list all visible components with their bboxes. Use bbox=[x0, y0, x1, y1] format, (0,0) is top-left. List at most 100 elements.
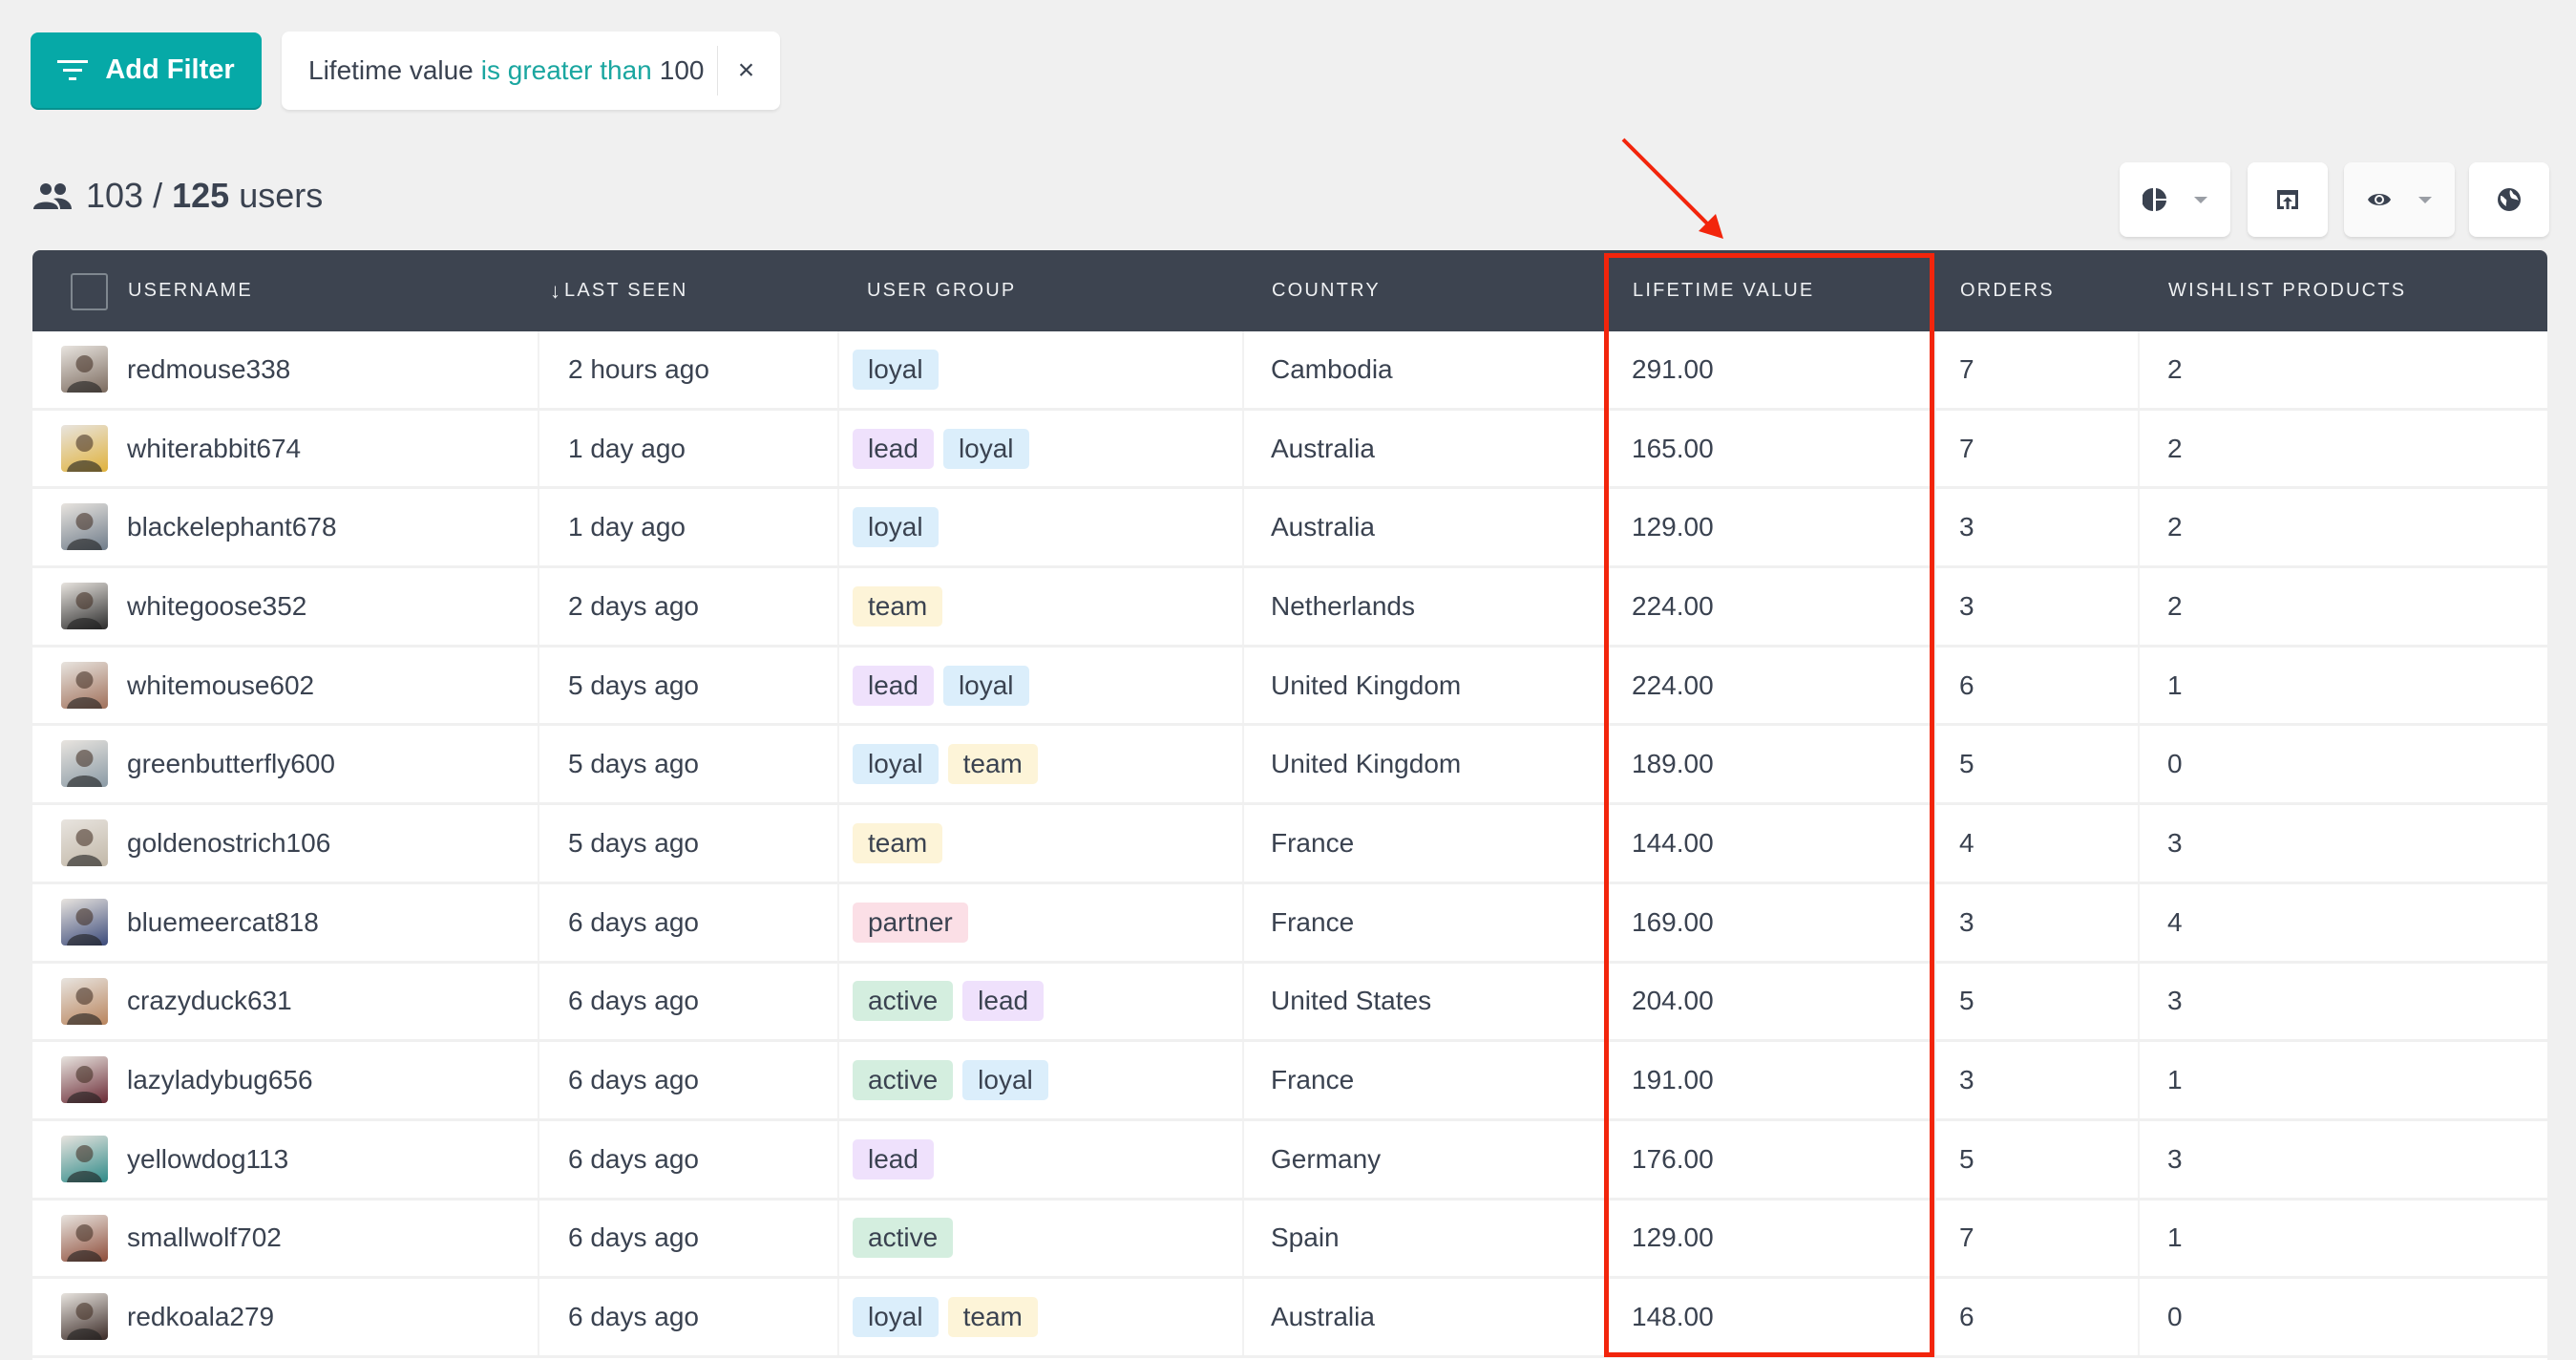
add-filter-button[interactable]: Add Filter bbox=[31, 32, 262, 108]
username-cell[interactable]: blackelephant678 bbox=[127, 489, 337, 565]
table-row[interactable]: greenbutterfly600 5 days ago loyal team Unit… bbox=[32, 726, 2547, 806]
avatar[interactable] bbox=[61, 977, 108, 1025]
column-header-user-group[interactable]: USER GROUP bbox=[867, 250, 1016, 331]
column-divider bbox=[837, 805, 839, 882]
column-header-wishlist-products[interactable]: WISHLIST PRODUCTS bbox=[2168, 250, 2406, 331]
column-header-username[interactable]: USERNAME bbox=[128, 250, 253, 331]
group-tag: loyal bbox=[962, 1060, 1048, 1101]
column-divider bbox=[1934, 726, 1936, 803]
table-row[interactable]: whitemouse602 5 days ago lead loyal United K… bbox=[32, 647, 2547, 727]
column-header-lifetime-value[interactable]: LIFETIME VALUE bbox=[1633, 250, 1814, 331]
column-divider bbox=[1604, 647, 1606, 724]
select-all-checkbox[interactable] bbox=[71, 273, 108, 310]
table-row[interactable]: blackelephant678 1 day ago loyal Australia 1… bbox=[32, 489, 2547, 569]
table-row[interactable]: crazyduck631 6 days ago active lead United S… bbox=[32, 963, 2547, 1043]
lifetime-value-cell: 144.00 bbox=[1632, 827, 1714, 858]
group-tag: active bbox=[853, 1060, 954, 1101]
column-divider bbox=[2138, 1200, 2140, 1277]
add-filter-label: Add Filter bbox=[105, 54, 235, 85]
lifetime-value-cell: 191.00 bbox=[1632, 1065, 1714, 1095]
group-tag: team bbox=[853, 822, 943, 863]
avatar[interactable] bbox=[61, 898, 108, 946]
column-divider bbox=[1604, 1042, 1606, 1118]
avatar[interactable] bbox=[61, 1056, 108, 1104]
avatar[interactable] bbox=[61, 1214, 108, 1262]
table-row[interactable]: lazyladybug656 6 days ago active loyal Franc… bbox=[32, 1042, 2547, 1121]
orders-cell: 7 bbox=[1959, 1222, 1974, 1253]
username-cell[interactable]: smallwolf702 bbox=[127, 1201, 282, 1277]
wishlist-cell: 3 bbox=[2167, 1143, 2183, 1174]
avatar[interactable] bbox=[61, 503, 108, 551]
table-row[interactable]: whitegoose352 2 days ago team Netherlands 22… bbox=[32, 568, 2547, 648]
column-divider bbox=[2138, 805, 2140, 882]
column-header-last-seen[interactable]: ↓ LAST SEEN bbox=[550, 250, 687, 331]
group-tag: lead bbox=[962, 981, 1045, 1022]
export-button[interactable] bbox=[2248, 162, 2328, 237]
column-divider bbox=[538, 1279, 539, 1355]
table-row[interactable]: redkoala279 6 days ago loyal team Australia 1… bbox=[32, 1279, 2547, 1358]
column-divider bbox=[2138, 883, 2140, 961]
column-divider bbox=[2138, 410, 2140, 487]
username-cell[interactable]: whitegoose352 bbox=[127, 568, 306, 645]
username-cell[interactable]: yellowdog113 bbox=[127, 1121, 288, 1198]
table-row[interactable]: yellowdog113 6 days ago lead Germany 176.00 5… bbox=[32, 1120, 2547, 1201]
column-header-orders[interactable]: ORDERS bbox=[1960, 250, 2055, 331]
user-group-cell: loyal team bbox=[853, 1279, 1047, 1355]
avatar[interactable] bbox=[61, 583, 108, 630]
table-row[interactable]: whiterabbit674 1 day ago lead loyal Australi… bbox=[32, 410, 2547, 490]
avatar[interactable] bbox=[61, 819, 108, 867]
group-tag: team bbox=[853, 585, 943, 627]
user-group-cell: lead bbox=[853, 1121, 943, 1198]
export-icon bbox=[2277, 190, 2298, 209]
column-divider bbox=[1604, 1279, 1606, 1355]
column-header-country[interactable]: COUNTRY bbox=[1272, 250, 1381, 331]
country-cell: Australia bbox=[1271, 1302, 1375, 1332]
count-unit: users bbox=[239, 176, 324, 215]
column-divider bbox=[538, 647, 539, 724]
table-row[interactable]: smallwolf702 6 days ago active Spain 129.00 7… bbox=[32, 1200, 2547, 1280]
avatar[interactable] bbox=[61, 1293, 108, 1341]
avatar[interactable] bbox=[61, 424, 108, 472]
column-divider bbox=[1242, 1120, 1244, 1198]
username-cell[interactable]: lazyladybug656 bbox=[127, 1042, 313, 1118]
username-cell[interactable]: redmouse338 bbox=[127, 331, 290, 408]
username-cell[interactable]: greenbutterfly600 bbox=[127, 726, 335, 802]
globe-button[interactable] bbox=[2469, 162, 2549, 237]
column-divider bbox=[538, 410, 539, 487]
column-divider bbox=[837, 1200, 839, 1277]
column-divider bbox=[2138, 963, 2140, 1040]
username-cell[interactable]: bluemeercat818 bbox=[127, 884, 319, 961]
username-cell[interactable]: whitemouse602 bbox=[127, 648, 314, 724]
avatar[interactable] bbox=[61, 740, 108, 788]
orders-cell: 7 bbox=[1959, 353, 1974, 384]
user-group-cell: loyal team bbox=[853, 726, 1047, 802]
avatar[interactable] bbox=[61, 661, 108, 709]
wishlist-cell: 1 bbox=[2167, 1065, 2183, 1095]
last-seen-cell: 5 days ago bbox=[568, 827, 699, 858]
country-cell: France bbox=[1271, 906, 1355, 937]
column-divider bbox=[837, 410, 839, 487]
username-cell[interactable]: redkoala279 bbox=[127, 1279, 274, 1355]
lifetime-value-cell: 169.00 bbox=[1632, 906, 1714, 937]
avatar[interactable] bbox=[61, 346, 108, 393]
remove-filter-button[interactable]: × bbox=[718, 54, 773, 87]
lifetime-value-cell: 165.00 bbox=[1632, 433, 1714, 463]
group-tag: lead bbox=[853, 665, 934, 706]
table-row[interactable]: goldenostrich106 5 days ago team France 144.… bbox=[32, 805, 2547, 884]
visibility-button[interactable] bbox=[2344, 162, 2455, 237]
username-cell[interactable]: goldenostrich106 bbox=[127, 805, 330, 882]
username-cell[interactable]: whiterabbit674 bbox=[127, 411, 301, 487]
wishlist-cell: 1 bbox=[2167, 1222, 2183, 1253]
wishlist-cell: 3 bbox=[2167, 827, 2183, 858]
avatar[interactable] bbox=[61, 1135, 108, 1182]
chart-view-button[interactable] bbox=[2120, 162, 2230, 237]
group-tag: loyal bbox=[853, 1297, 939, 1338]
username-cell[interactable]: crazyduck631 bbox=[127, 964, 292, 1040]
users-table: USERNAME ↓ LAST SEEN USER GROUP COUNTRY L… bbox=[32, 250, 2547, 1360]
orders-cell: 3 bbox=[1959, 590, 1974, 621]
wishlist-cell: 3 bbox=[2167, 986, 2183, 1016]
table-row[interactable]: redmouse338 2 hours ago loyal Cambodia 291.0… bbox=[32, 331, 2547, 411]
active-filter-chip[interactable]: Lifetime value is greater than 100 × bbox=[282, 32, 780, 110]
table-row[interactable]: bluemeercat818 6 days ago partner France 169… bbox=[32, 883, 2547, 964]
wishlist-cell: 2 bbox=[2167, 433, 2183, 463]
